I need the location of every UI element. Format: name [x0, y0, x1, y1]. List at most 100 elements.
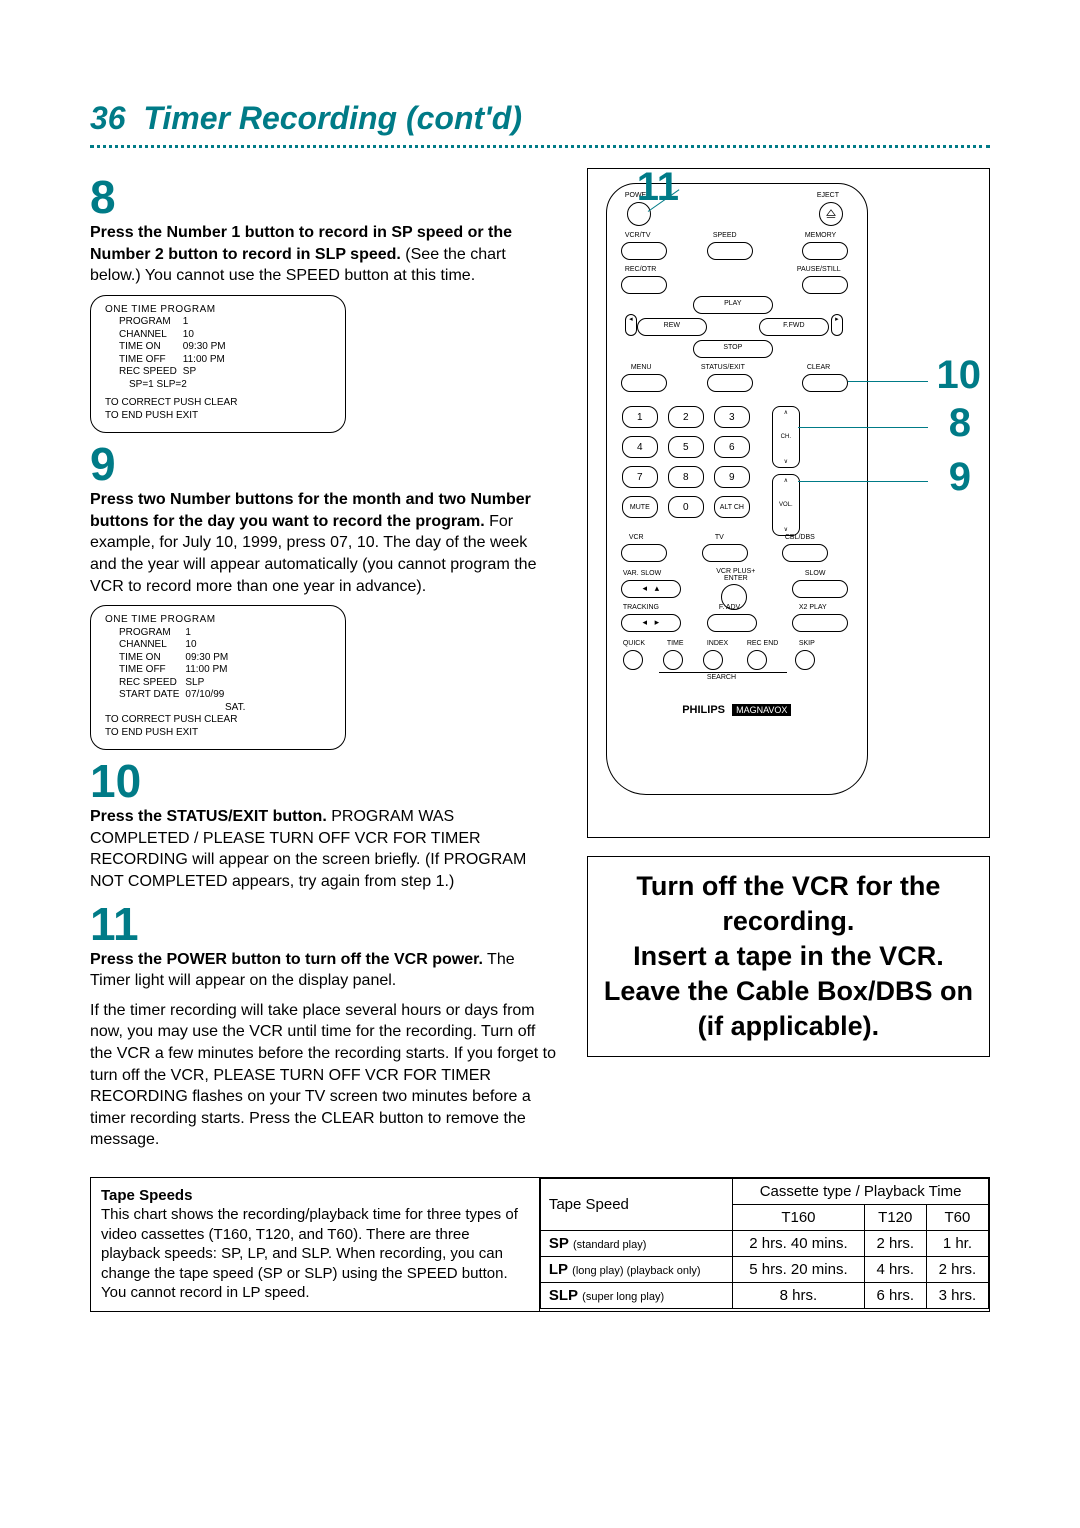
key-altch: ALT CH — [714, 496, 750, 518]
slow-button — [792, 580, 848, 598]
x2play-button — [792, 614, 848, 632]
tracking-label: TRACKING — [623, 604, 659, 611]
callout-10-line — [848, 381, 928, 382]
step-9-number: 9 — [90, 441, 557, 487]
status-label: STATUS/EXIT — [701, 364, 745, 371]
key-mute: MUTE — [622, 496, 658, 518]
key-1: 1 — [622, 406, 658, 428]
table-row: SLP (super long play) 8 hrs. 6 hrs. 3 hr… — [540, 1282, 988, 1308]
osd-screen-2: ONE TIME PROGRAM PROGRAM1 CHANNEL10 TIME… — [90, 605, 346, 750]
tape-heading: Tape Speeds — [101, 1186, 529, 1206]
stop-button: STOP — [693, 340, 773, 358]
key-2: 2 — [668, 406, 704, 428]
step-11-text: Press the POWER button to turn off the V… — [90, 949, 557, 992]
tv-mode-button — [702, 544, 748, 562]
time-label: TIME — [667, 640, 684, 647]
osd1-foot2: TO END PUSH EXIT — [105, 410, 335, 423]
osd2-foot2: TO END PUSH EXIT — [105, 727, 335, 740]
pause-label: PAUSE/STILL — [797, 266, 841, 273]
skip-label: SKIP — [799, 640, 815, 647]
big-instruction-box: Turn off the VCR for the recording. Inse… — [587, 856, 990, 1057]
brand-row: PHILIPS MAGNAVOX — [607, 704, 867, 716]
step-11-para2: If the timer recording will take place s… — [90, 1000, 557, 1151]
osd1-title: ONE TIME PROGRAM — [105, 304, 335, 317]
vcr-mode-button — [621, 544, 667, 562]
index-button — [703, 650, 723, 670]
step-9-text: Press two Number buttons for the month a… — [90, 489, 557, 597]
number-keypad: 1 2 3 4 5 6 7 8 9 — [622, 406, 782, 526]
table-row: SP (standard play) 2 hrs. 40 mins. 2 hrs… — [540, 1230, 988, 1256]
recend-button — [747, 650, 767, 670]
osd2-title: ONE TIME PROGRAM — [105, 614, 335, 627]
vcrtv-button — [621, 242, 667, 260]
search-underline — [659, 672, 787, 673]
key-0: 0 — [668, 496, 704, 518]
quick-button — [623, 650, 643, 670]
recotr-label: REC/OTR — [625, 266, 657, 273]
osd-screen-1: ONE TIME PROGRAM PROGRAM1 CHANNEL10 TIME… — [90, 295, 346, 434]
ch-rocker: ∧CH.∨ — [772, 406, 800, 468]
recend-label: REC END — [747, 640, 779, 647]
key-5: 5 — [668, 436, 704, 458]
step-10-text: Press the STATUS/EXIT button. PROGRAM WA… — [90, 806, 557, 892]
menu-label: MENU — [631, 364, 652, 371]
menu-button — [621, 374, 667, 392]
eject-button — [819, 202, 843, 226]
vcrplus-label: VCR PLUS+ ENTER — [711, 568, 761, 582]
step-9-bold: Press two Number buttons for the month a… — [90, 491, 531, 530]
index-label: INDEX — [707, 640, 728, 647]
eject-label: EJECT — [817, 192, 839, 199]
page-heading: Timer Recording (cont'd) — [143, 100, 522, 136]
page-number: 36 — [90, 100, 126, 136]
ffwd-button: F.FWD — [759, 318, 829, 336]
memory-label: MEMORY — [805, 232, 836, 239]
key-3: 3 — [714, 406, 750, 428]
clear-label: CLEAR — [807, 364, 830, 371]
brand-philips: PHILIPS — [682, 704, 725, 716]
tv-label: TV — [715, 534, 724, 541]
ffwd-arrow-icon: ▸ — [831, 314, 843, 336]
osd2-table: PROGRAM1 CHANNEL10 TIME ON09:30 PM TIME … — [105, 627, 234, 702]
page-title: 36 Timer Recording (cont'd) — [90, 100, 990, 137]
slow-label: SLOW — [805, 570, 826, 577]
osd2-day: SAT. — [105, 702, 335, 715]
callout-8: 8 — [949, 401, 971, 446]
brand-magnavox: MAGNAVOX — [732, 704, 791, 716]
bigmsg-l1: Turn off the VCR for the recording. — [602, 869, 975, 939]
tracking-button: ◂ ▸ — [621, 614, 681, 632]
x2play-label: X2 PLAY — [799, 604, 827, 611]
step-10-bold: Press the STATUS/EXIT button. — [90, 808, 327, 825]
varslow-label: VAR. SLOW — [623, 570, 661, 577]
osd1-table: PROGRAM1 CHANNEL10 TIME ON09:30 PM TIME … — [105, 316, 232, 379]
tape-speeds-table: Tape Speed Cassette type / Playback Time… — [540, 1178, 989, 1309]
step-8-number: 8 — [90, 174, 557, 220]
pause-button — [802, 276, 848, 294]
col-top: Cassette type / Playback Time — [733, 1178, 989, 1204]
quick-label: QUICK — [623, 640, 645, 647]
speed-button — [707, 242, 753, 260]
tape-speeds-section: Tape Speeds This chart shows the recordi… — [90, 1177, 990, 1312]
divider — [90, 145, 990, 148]
search-label: SEARCH — [707, 674, 736, 681]
speed-label: SPEED — [713, 232, 737, 239]
memory-button — [802, 242, 848, 260]
col-t120: T120 — [864, 1204, 926, 1230]
osd1-foot1: TO CORRECT PUSH CLEAR — [105, 397, 335, 410]
key-8: 8 — [668, 466, 704, 488]
key-7: 7 — [622, 466, 658, 488]
col-t160: T160 — [733, 1204, 865, 1230]
bigmsg-l2: Insert a tape in the VCR. — [602, 939, 975, 974]
callout-8-line — [798, 427, 928, 428]
skip-button — [795, 650, 815, 670]
col-speed: Tape Speed — [540, 1178, 732, 1230]
step-10-number: 10 — [90, 758, 557, 804]
remote-body: POWER EJECT VCR/TV SPEED MEMORY REC/OTR — [606, 183, 868, 795]
cbl-label: CBL/DBS — [785, 534, 815, 541]
callout-9: 9 — [949, 455, 971, 500]
varslow-button: ◂ ▴ — [621, 580, 681, 598]
rew-arrow-icon: ◂ — [625, 314, 637, 336]
osd1-speeds: SP=1 SLP=2 — [105, 379, 335, 392]
key-9: 9 — [714, 466, 750, 488]
time-button — [663, 650, 683, 670]
cbl-mode-button — [782, 544, 828, 562]
